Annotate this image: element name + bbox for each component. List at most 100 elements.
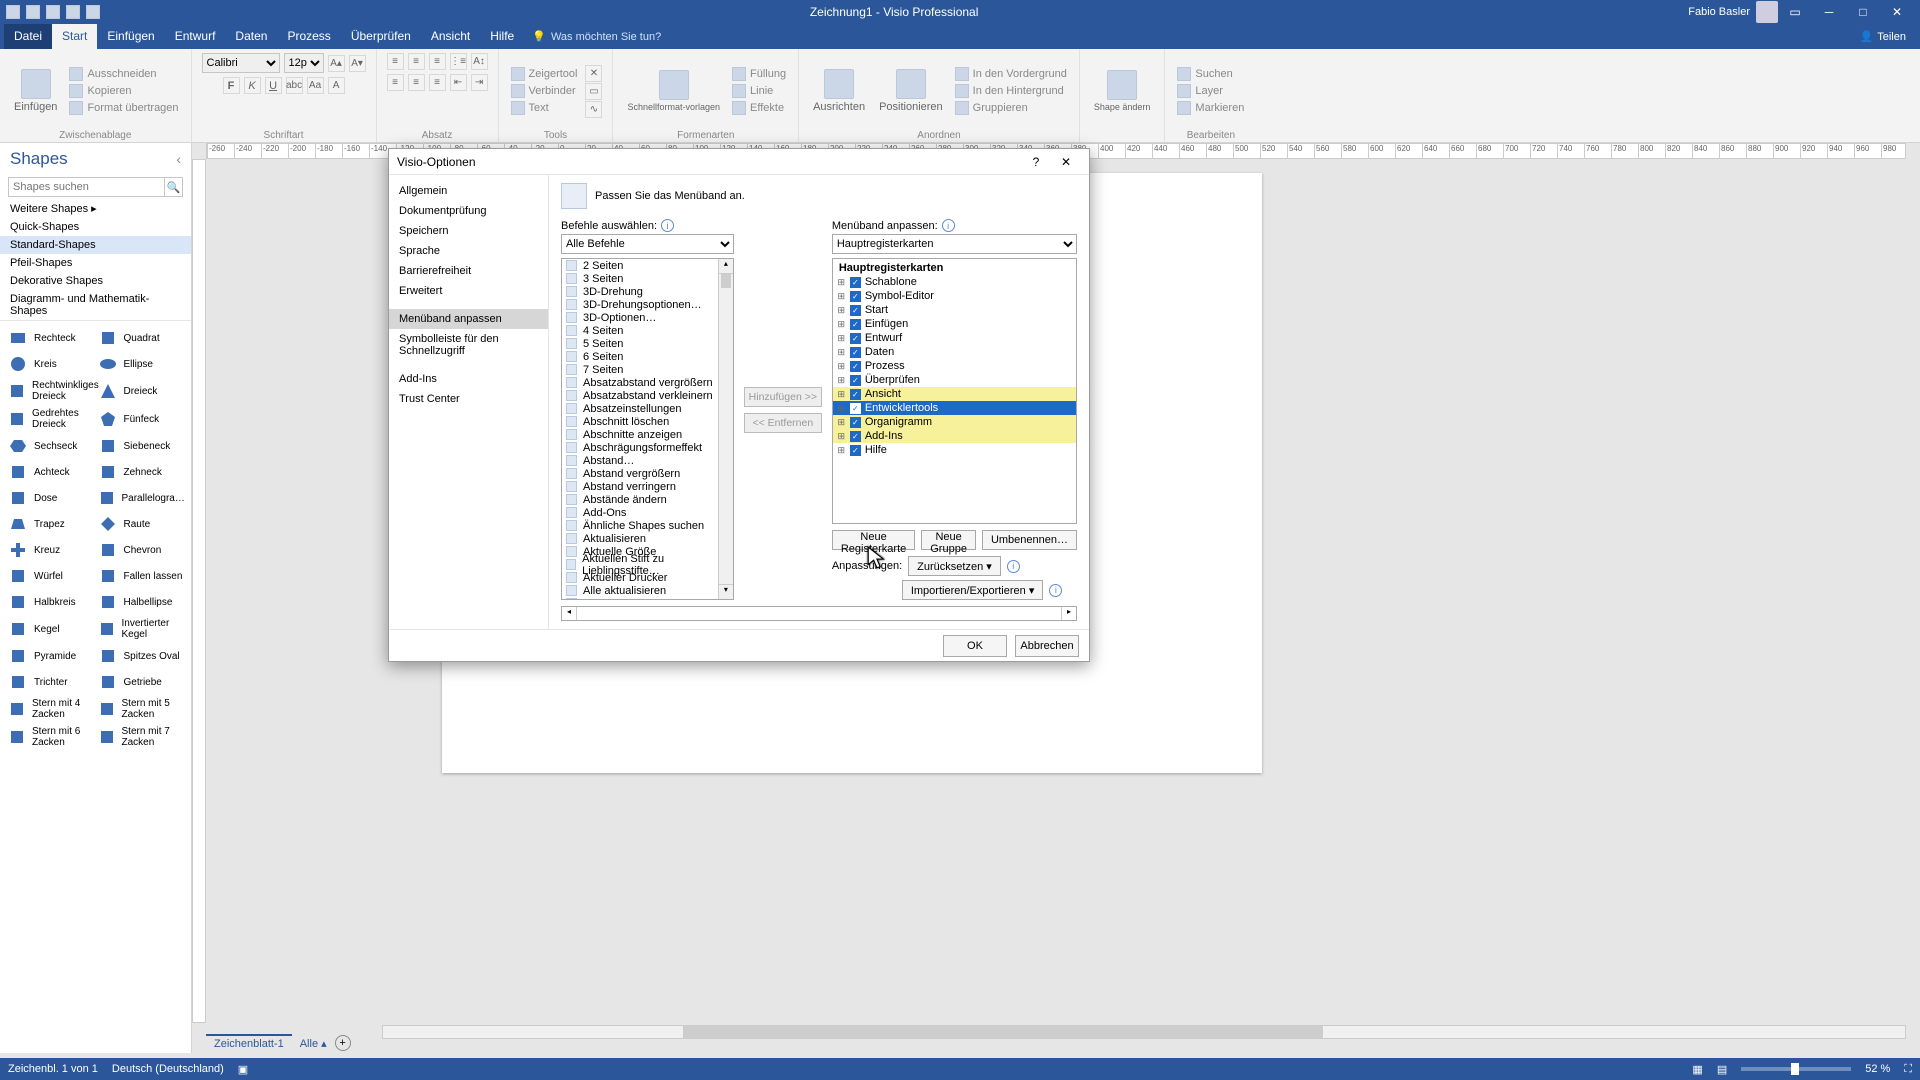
dialog-close-button[interactable]: ✕ xyxy=(1051,155,1081,169)
cancel-button[interactable]: Abbrechen xyxy=(1015,635,1079,657)
checkbox[interactable]: ✓ xyxy=(850,403,861,414)
checkbox[interactable]: ✓ xyxy=(850,417,861,428)
info-icon[interactable]: i xyxy=(1049,584,1062,597)
tree-tab-item[interactable]: ⊞✓Überprüfen xyxy=(833,373,1076,387)
command-item[interactable]: Absatzabstand verkleinern xyxy=(562,389,733,402)
command-item[interactable]: 4 Seiten xyxy=(562,324,733,337)
reset-button[interactable]: Zurücksetzen ▾ xyxy=(908,556,1001,576)
checkbox[interactable]: ✓ xyxy=(850,431,861,442)
command-item[interactable]: Abschrägungsformeffekt xyxy=(562,441,733,454)
command-item[interactable]: Abschnitt löschen xyxy=(562,415,733,428)
command-item[interactable]: 5 Seiten xyxy=(562,337,733,350)
tree-tab-item[interactable]: ⊞✓Add-Ins xyxy=(833,429,1076,443)
choose-commands-combo[interactable]: Alle Befehle xyxy=(561,234,734,254)
info-icon[interactable]: i xyxy=(1007,560,1020,573)
ribbon-tabs-tree[interactable]: Hauptregisterkarten⊞✓Schablone⊞✓Symbol-E… xyxy=(832,258,1077,524)
scroll-down-icon[interactable]: ▾ xyxy=(719,584,733,599)
tree-tab-item[interactable]: ⊞✓Symbol-Editor xyxy=(833,289,1076,303)
scroll-up-icon[interactable]: ▴ xyxy=(719,259,733,274)
options-category[interactable]: Barrierefreiheit xyxy=(389,261,548,281)
checkbox[interactable]: ✓ xyxy=(850,347,861,358)
checkbox[interactable]: ✓ xyxy=(850,375,861,386)
checkbox[interactable]: ✓ xyxy=(850,291,861,302)
dialog-help-button[interactable]: ? xyxy=(1021,155,1051,169)
command-item[interactable]: Abstände ändern xyxy=(562,493,733,506)
command-item[interactable]: 6 Seiten xyxy=(562,350,733,363)
options-category[interactable]: Erweitert xyxy=(389,281,548,301)
command-item[interactable]: Abschnitte anzeigen xyxy=(562,428,733,441)
expand-icon[interactable]: ⊞ xyxy=(837,333,846,344)
command-item[interactable]: Abstand verringern xyxy=(562,480,733,493)
commands-list[interactable]: ▴▾ 2 Seiten3 Seiten3D-Drehung3D-Drehungs… xyxy=(561,258,734,600)
info-icon[interactable]: i xyxy=(942,219,955,232)
options-category[interactable]: Allgemein xyxy=(389,181,548,201)
expand-icon[interactable]: ⊞ xyxy=(837,445,846,456)
customize-ribbon-combo[interactable]: Hauptregisterkarten xyxy=(832,234,1077,254)
command-item[interactable]: Add-Ons xyxy=(562,506,733,519)
command-item[interactable]: Absatzabstand vergrößern xyxy=(562,376,733,389)
command-item[interactable]: 3D-Drehung xyxy=(562,285,733,298)
expand-icon[interactable]: ⊞ xyxy=(837,389,846,400)
tree-tab-item[interactable]: ⊞✓Organigramm xyxy=(833,415,1076,429)
rename-button[interactable]: Umbenennen… xyxy=(982,530,1077,550)
command-item[interactable]: Aktuellen Stift zu Lieblingsstifte… xyxy=(562,558,733,571)
command-item[interactable]: Absatzeinstellungen xyxy=(562,402,733,415)
expand-icon[interactable]: ⊞ xyxy=(837,417,846,428)
checkbox[interactable]: ✓ xyxy=(850,389,861,400)
new-group-button[interactable]: Neue Gruppe xyxy=(921,530,976,550)
expand-icon[interactable]: ⊞ xyxy=(837,361,846,372)
options-category[interactable]: Sprache xyxy=(389,241,548,261)
command-item[interactable]: 2 Seiten xyxy=(562,259,733,272)
remove-command-button[interactable]: << Entfernen xyxy=(744,413,822,433)
expand-icon[interactable]: ⊞ xyxy=(837,291,846,302)
scroll-left-icon[interactable]: ◂ xyxy=(562,607,577,620)
add-command-button[interactable]: Hinzufügen >> xyxy=(744,387,822,407)
import-export-button[interactable]: Importieren/Exportieren ▾ xyxy=(902,580,1044,600)
expand-icon[interactable]: ⊞ xyxy=(837,305,846,316)
dialog-hscrollbar[interactable]: ◂▸ xyxy=(561,606,1077,621)
expand-icon[interactable]: ⊞ xyxy=(837,403,846,414)
checkbox[interactable]: ✓ xyxy=(850,277,861,288)
expand-icon[interactable]: ⊞ xyxy=(837,375,846,386)
scroll-thumb[interactable] xyxy=(721,274,731,288)
expand-icon[interactable]: ⊞ xyxy=(837,347,846,358)
options-category[interactable]: Trust Center xyxy=(389,389,548,409)
command-item[interactable]: Abstand… xyxy=(562,454,733,467)
ok-button[interactable]: OK xyxy=(943,635,1007,657)
expand-icon[interactable]: ⊞ xyxy=(837,319,846,330)
command-item[interactable]: Aktualisieren xyxy=(562,532,733,545)
options-category[interactable]: Speichern xyxy=(389,221,548,241)
options-category[interactable]: Symbolleiste für den Schnellzugriff xyxy=(389,329,548,361)
command-item[interactable]: 3D-Optionen… xyxy=(562,311,733,324)
options-category[interactable]: Add-Ins xyxy=(389,369,548,389)
command-item[interactable]: Abstand vergrößern xyxy=(562,467,733,480)
command-item[interactable]: Alle aktualisieren xyxy=(562,584,733,597)
tree-tab-item[interactable]: ⊞✓Entwurf xyxy=(833,331,1076,345)
command-item[interactable]: Ähnliche Shapes suchen xyxy=(562,519,733,532)
tree-tab-item[interactable]: ⊞✓Schablone xyxy=(833,275,1076,289)
command-item[interactable]: 7 Seiten xyxy=(562,363,733,376)
command-item[interactable]: 3D-Drehungsoptionen… xyxy=(562,298,733,311)
new-tab-button[interactable]: Neue Registerkarte xyxy=(832,530,915,550)
commands-scrollbar[interactable]: ▴▾ xyxy=(718,259,733,599)
tree-tab-item[interactable]: ⊞✓Einfügen xyxy=(833,317,1076,331)
tree-tab-item[interactable]: ⊞✓Start xyxy=(833,303,1076,317)
checkbox[interactable]: ✓ xyxy=(850,333,861,344)
info-icon[interactable]: i xyxy=(661,219,674,232)
checkbox[interactable]: ✓ xyxy=(850,361,861,372)
tree-tab-item[interactable]: ⊞✓Daten xyxy=(833,345,1076,359)
tree-tab-item[interactable]: ⊞✓Prozess xyxy=(833,359,1076,373)
checkbox[interactable]: ✓ xyxy=(850,305,861,316)
checkbox[interactable]: ✓ xyxy=(850,319,861,330)
options-category[interactable]: Menüband anpassen xyxy=(389,309,548,329)
tree-tab-item[interactable]: ⊞✓Ansicht xyxy=(833,387,1076,401)
checkbox[interactable]: ✓ xyxy=(850,445,861,456)
command-item[interactable]: Alle Fenster anordnen xyxy=(562,597,733,600)
options-category[interactable]: Dokumentprüfung xyxy=(389,201,548,221)
expand-icon[interactable]: ⊞ xyxy=(837,431,846,442)
command-item[interactable]: 3 Seiten xyxy=(562,272,733,285)
tree-tab-item[interactable]: ⊞✓Hilfe xyxy=(833,443,1076,457)
scroll-right-icon[interactable]: ▸ xyxy=(1061,607,1076,620)
expand-icon[interactable]: ⊞ xyxy=(837,277,846,288)
tree-tab-item[interactable]: ⊞✓Entwicklertools xyxy=(833,401,1076,415)
